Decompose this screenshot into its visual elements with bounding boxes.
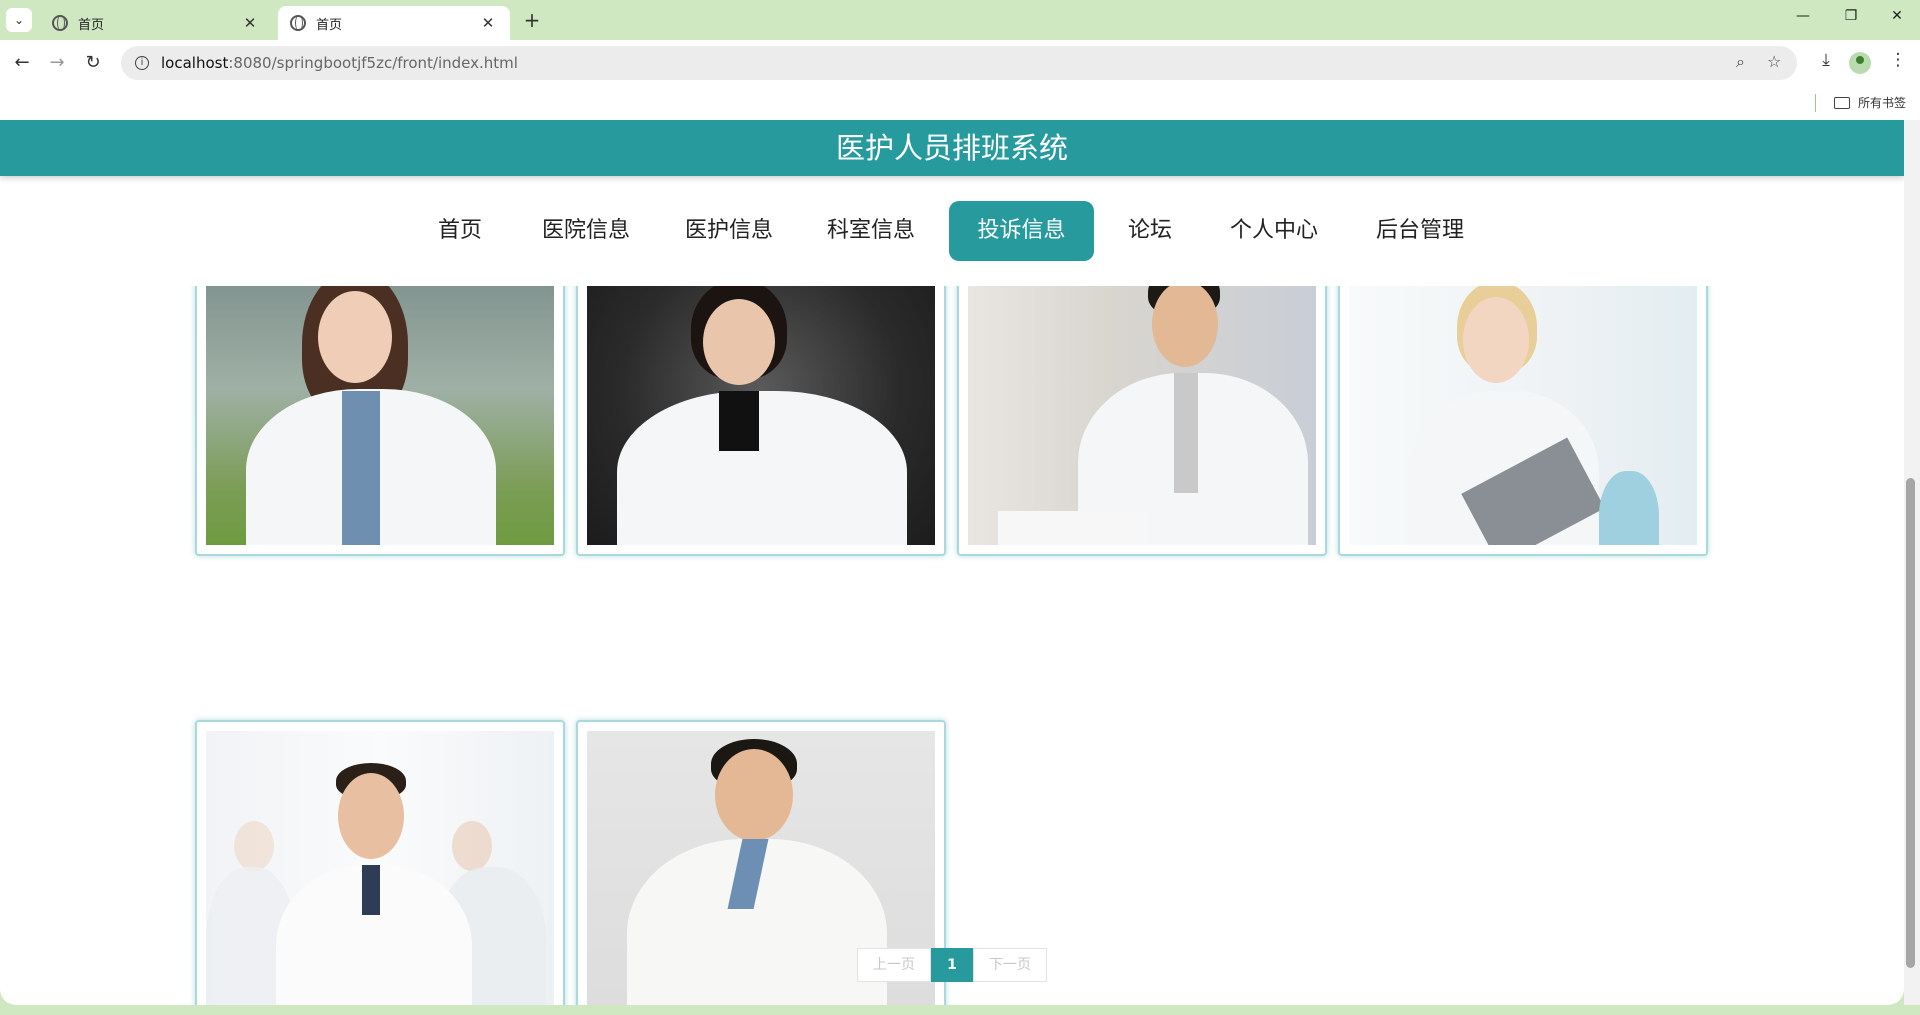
pagination: 上一页 1 下一页 bbox=[857, 948, 1047, 982]
url-path: :8080/springbootjf5zc/front/index.html bbox=[228, 54, 518, 72]
divider bbox=[1815, 94, 1816, 112]
tab-title: 首页 bbox=[316, 17, 343, 33]
scrollbar-thumb[interactable] bbox=[1906, 478, 1915, 968]
nav-complaint-info[interactable]: 投诉信息 bbox=[949, 201, 1094, 261]
close-window-icon[interactable]: ✕ bbox=[1882, 8, 1912, 24]
bookmarks-bar: 所有书签 bbox=[0, 86, 1920, 120]
close-icon[interactable]: ✕ bbox=[240, 14, 260, 32]
doctor-photo[interactable] bbox=[968, 286, 1316, 545]
nav-personal-center[interactable]: 个人中心 bbox=[1214, 201, 1334, 261]
gallery-card[interactable] bbox=[195, 286, 565, 556]
zoom-icon[interactable]: ⌕ bbox=[1736, 52, 1745, 72]
tab-list-icon[interactable]: ⌄ bbox=[6, 8, 32, 32]
address-bar[interactable]: i localhost:8080/springbootjf5zc/front/i… bbox=[121, 46, 1797, 80]
nav-forum[interactable]: 论坛 bbox=[1116, 201, 1184, 261]
globe-icon bbox=[52, 15, 68, 31]
folder-icon bbox=[1834, 96, 1850, 109]
nav-admin[interactable]: 后台管理 bbox=[1362, 201, 1478, 261]
doctor-photo[interactable] bbox=[206, 731, 554, 1005]
url-host: localhost bbox=[161, 54, 229, 72]
plus-icon[interactable]: + bbox=[520, 8, 544, 32]
current-page-button[interactable]: 1 bbox=[931, 948, 973, 982]
tab-strip: ⌄ 首页 ✕ 首页 ✕ + — ❐ ✕ bbox=[0, 0, 1920, 40]
minimize-icon[interactable]: — bbox=[1788, 8, 1818, 24]
doctor-gallery: 上一页 1 下一页 bbox=[0, 286, 1904, 1005]
back-icon[interactable]: ← bbox=[10, 51, 34, 75]
all-bookmarks-label: 所有书签 bbox=[1858, 96, 1907, 110]
all-bookmarks-button[interactable]: 所有书签 bbox=[1834, 94, 1906, 111]
globe-icon bbox=[290, 15, 306, 31]
nav-department-info[interactable]: 科室信息 bbox=[813, 201, 929, 261]
gallery-card[interactable] bbox=[195, 720, 565, 1005]
profile-icon[interactable] bbox=[1849, 52, 1871, 74]
nav-medical-staff-info[interactable]: 医护信息 bbox=[671, 201, 787, 261]
nav-hospital-info[interactable]: 医院信息 bbox=[528, 201, 644, 261]
browser-toolbar: ← → ↻ i localhost:8080/springbootjf5zc/f… bbox=[0, 40, 1920, 86]
download-icon[interactable]: ⤓ bbox=[1813, 50, 1839, 70]
doctor-photo[interactable] bbox=[587, 286, 935, 545]
tab-1[interactable]: 首页 ✕ bbox=[40, 6, 272, 40]
gallery-card[interactable] bbox=[576, 286, 946, 556]
gallery-card[interactable] bbox=[957, 286, 1327, 556]
site-title: 医护人员排班系统 bbox=[0, 120, 1904, 176]
close-icon[interactable]: ✕ bbox=[478, 14, 498, 32]
nav-home[interactable]: 首页 bbox=[424, 201, 496, 261]
star-icon[interactable]: ☆ bbox=[1767, 52, 1781, 71]
gallery-card[interactable] bbox=[1338, 286, 1708, 556]
doctor-photo[interactable] bbox=[206, 286, 554, 545]
doctor-photo[interactable] bbox=[1349, 286, 1697, 545]
next-page-button[interactable]: 下一页 bbox=[973, 948, 1047, 982]
tab-title: 首页 bbox=[78, 17, 105, 33]
reload-icon[interactable]: ↻ bbox=[81, 51, 105, 75]
restore-icon[interactable]: ❐ bbox=[1836, 8, 1866, 24]
more-icon[interactable]: ⋮ bbox=[1885, 50, 1911, 70]
tab-2-active[interactable]: 首页 ✕ bbox=[278, 6, 510, 40]
prev-page-button[interactable]: 上一页 bbox=[857, 948, 931, 982]
page-viewport: 上一页 1 下一页 医护人员排班系统 首页 医院信息 医护信息 科室信息 投诉信… bbox=[0, 120, 1904, 1005]
info-icon[interactable]: i bbox=[135, 56, 149, 70]
forward-icon[interactable]: → bbox=[45, 51, 69, 75]
